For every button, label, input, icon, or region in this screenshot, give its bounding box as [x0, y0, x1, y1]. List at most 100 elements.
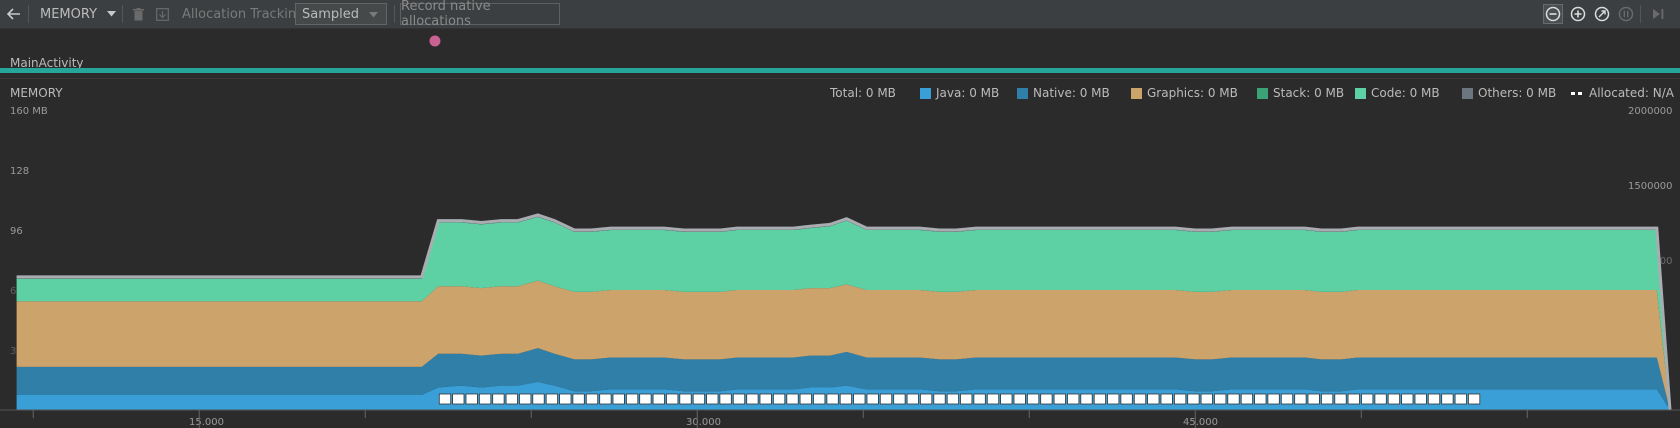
- gc-marker[interactable]: [1240, 393, 1253, 405]
- gc-marker[interactable]: [1401, 393, 1414, 405]
- gc-marker[interactable]: [545, 393, 559, 405]
- gc-marker[interactable]: [866, 393, 879, 405]
- zoom-out-icon[interactable]: [1543, 0, 1563, 28]
- gc-marker[interactable]: [519, 393, 532, 405]
- gc-marker[interactable]: [1267, 393, 1280, 405]
- gc-marker[interactable]: [1040, 393, 1053, 405]
- right-axis-tick: 1500000: [1628, 181, 1673, 192]
- gc-marker[interactable]: [853, 393, 866, 405]
- gc-marker[interactable]: [679, 393, 692, 405]
- trash-icon[interactable]: [130, 0, 146, 28]
- gc-marker[interactable]: [1254, 393, 1267, 405]
- gc-marker[interactable]: [1187, 393, 1200, 405]
- legend-java-label: Java: 0 MB: [936, 86, 1000, 100]
- gc-marker[interactable]: [1334, 393, 1347, 405]
- gc-marker[interactable]: [1321, 393, 1334, 405]
- gc-marker[interactable]: [612, 393, 625, 405]
- gc-marker[interactable]: [946, 393, 960, 405]
- gc-marker[interactable]: [639, 393, 652, 405]
- allocation-tracking-select[interactable]: Sampled: [295, 3, 387, 25]
- gc-marker[interactable]: [1107, 393, 1120, 405]
- gc-marker[interactable]: [452, 393, 465, 405]
- gc-marker[interactable]: [626, 393, 639, 405]
- gc-marker[interactable]: [1374, 393, 1387, 405]
- gc-marker[interactable]: [879, 393, 893, 405]
- gc-marker[interactable]: [973, 393, 986, 405]
- gc-marker[interactable]: [1441, 393, 1454, 405]
- gc-marker[interactable]: [1053, 393, 1066, 405]
- gc-marker[interactable]: [759, 393, 772, 405]
- gc-marker[interactable]: [1361, 393, 1374, 405]
- gc-marker[interactable]: [826, 393, 839, 405]
- gc-marker[interactable]: [906, 393, 919, 405]
- gc-marker[interactable]: [960, 393, 973, 405]
- profiler-selector[interactable]: MEMORY: [40, 0, 117, 28]
- gc-marker[interactable]: [1133, 393, 1147, 405]
- gc-marker[interactable]: [652, 393, 665, 405]
- gc-marker[interactable]: [920, 393, 933, 405]
- gc-marker[interactable]: [1214, 393, 1227, 405]
- gc-marker[interactable]: [1080, 393, 1093, 405]
- activity-bar[interactable]: [0, 68, 1680, 73]
- left-axis-tick: 160 MB: [10, 106, 48, 117]
- gc-marker[interactable]: [933, 393, 946, 405]
- time-axis-tick: 15.000: [189, 417, 224, 428]
- gc-marker[interactable]: [599, 393, 612, 405]
- legend-code-swatch: [1355, 87, 1366, 99]
- gc-marker[interactable]: [465, 393, 478, 405]
- gc-marker[interactable]: [1067, 393, 1080, 405]
- gc-marker[interactable]: [1000, 393, 1013, 405]
- legend-code: Code: 0 MB: [1355, 86, 1440, 100]
- gc-marker[interactable]: [1427, 393, 1441, 405]
- gc-marker[interactable]: [1174, 393, 1187, 405]
- gc-marker[interactable]: [773, 393, 786, 405]
- gc-marker[interactable]: [1120, 393, 1133, 405]
- gc-marker[interactable]: [492, 393, 505, 405]
- gc-marker[interactable]: [1013, 393, 1026, 405]
- gc-marker[interactable]: [1227, 393, 1240, 405]
- export-icon[interactable]: [154, 0, 170, 28]
- gc-marker[interactable]: [839, 393, 853, 405]
- gc-marker[interactable]: [732, 393, 746, 405]
- gc-marker[interactable]: [1414, 393, 1427, 405]
- gc-marker[interactable]: [746, 393, 759, 405]
- gc-marker[interactable]: [1307, 393, 1320, 405]
- gc-marker[interactable]: [1027, 393, 1040, 405]
- gc-marker[interactable]: [572, 393, 585, 405]
- record-native-allocations-button[interactable]: Record native allocations: [400, 0, 560, 29]
- gc-marker[interactable]: [1200, 393, 1213, 405]
- gc-marker[interactable]: [532, 393, 545, 405]
- gc-marker[interactable]: [438, 393, 452, 405]
- gc-marker[interactable]: [1280, 393, 1294, 405]
- gc-marker[interactable]: [666, 393, 679, 405]
- gc-marker[interactable]: [719, 393, 732, 405]
- gc-marker[interactable]: [1147, 393, 1160, 405]
- gc-marker[interactable]: [706, 393, 719, 405]
- area-series-code: [16, 216, 1671, 410]
- gc-marker[interactable]: [786, 393, 799, 405]
- gc-marker[interactable]: [1347, 393, 1360, 405]
- gc-marker[interactable]: [813, 393, 826, 405]
- gc-marker[interactable]: [986, 393, 1000, 405]
- back-arrow-icon[interactable]: [4, 0, 24, 28]
- gc-marker[interactable]: [1387, 393, 1400, 405]
- gc-marker[interactable]: [585, 393, 599, 405]
- gc-marker[interactable]: [478, 393, 492, 405]
- chevron-down-icon: [369, 12, 378, 18]
- go-live-icon[interactable]: [1648, 0, 1668, 28]
- toolbar-separator: [28, 5, 29, 23]
- pause-icon[interactable]: [1616, 0, 1636, 28]
- gc-marker[interactable]: [1093, 393, 1106, 405]
- gc-marker[interactable]: [505, 393, 518, 405]
- gc-marker[interactable]: [893, 393, 906, 405]
- gc-marker[interactable]: [799, 393, 812, 405]
- gc-marker[interactable]: [1454, 393, 1467, 405]
- legend-native-swatch: [1017, 87, 1028, 99]
- gc-marker[interactable]: [692, 393, 706, 405]
- gc-marker[interactable]: [559, 393, 572, 405]
- zoom-in-icon[interactable]: [1568, 0, 1588, 28]
- gc-marker[interactable]: [1468, 393, 1481, 405]
- reset-zoom-icon[interactable]: [1592, 0, 1612, 28]
- gc-marker[interactable]: [1294, 393, 1307, 405]
- gc-marker[interactable]: [1160, 393, 1173, 405]
